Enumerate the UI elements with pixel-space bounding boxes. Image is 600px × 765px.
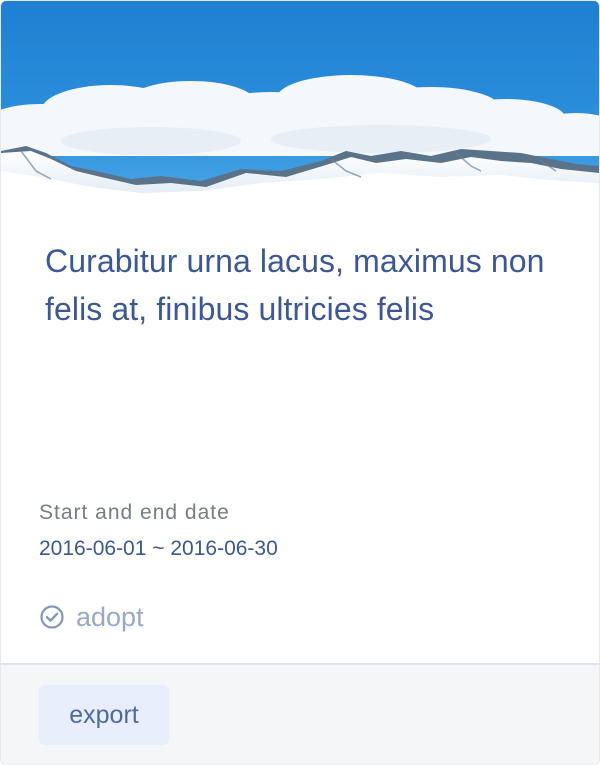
date-range-label: Start and end date [39, 501, 230, 524]
status-label: adopt [76, 601, 144, 632]
card: Curabitur urna lacus, maximus non felis … [0, 0, 600, 765]
export-button[interactable]: export [39, 685, 169, 745]
cover-image [1, 1, 599, 201]
card-title: Curabitur urna lacus, maximus non felis … [45, 243, 545, 327]
status: adopt [39, 599, 144, 635]
check-circle-icon [39, 604, 65, 630]
date-range-value: 2016-06-01 ~ 2016-06-30 [39, 537, 278, 560]
card-footer: export [1, 663, 599, 764]
